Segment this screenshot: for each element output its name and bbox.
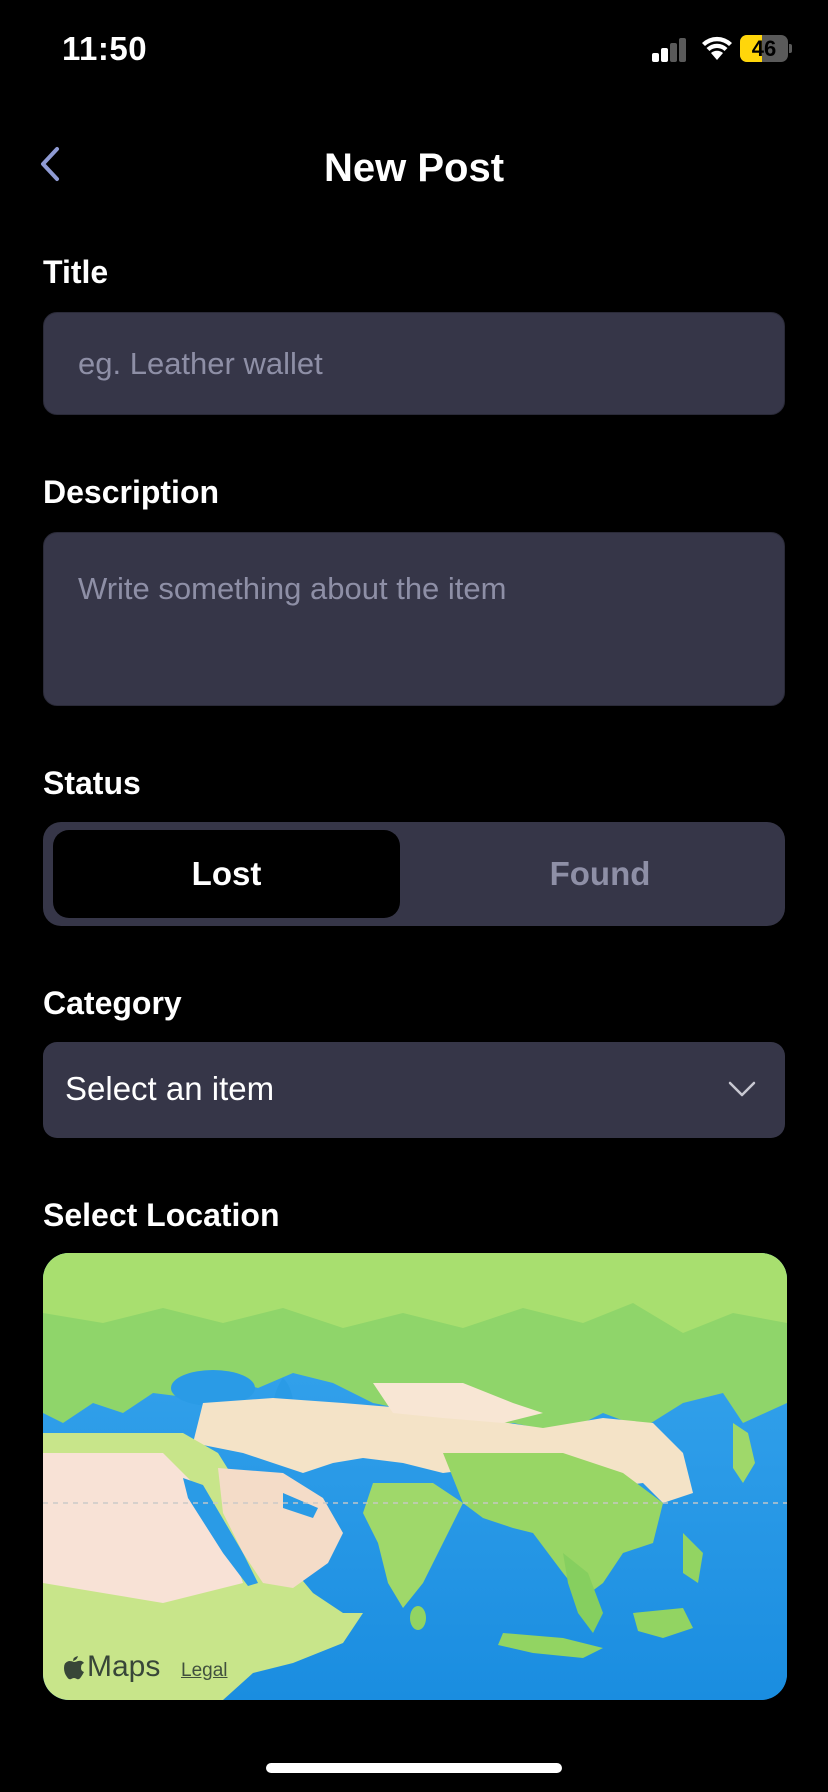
- cellular-signal-icon: [652, 38, 688, 62]
- home-indicator[interactable]: [266, 1763, 562, 1773]
- navigation-bar: New Post: [0, 130, 828, 210]
- status-bar: 11:50 46: [0, 0, 828, 100]
- chevron-down-icon: [728, 1081, 756, 1097]
- category-value: Select an item: [65, 1070, 275, 1107]
- description-textarea[interactable]: Write something about the item: [43, 532, 785, 706]
- title-placeholder: eg. Leather wallet: [78, 346, 323, 381]
- maps-brand: Maps: [87, 1650, 161, 1683]
- page-title: New Post: [323, 146, 505, 190]
- world-map-image: [43, 1253, 787, 1700]
- wifi-icon: [700, 34, 734, 62]
- location-label: Select Location: [43, 1197, 280, 1233]
- location-map[interactable]: Maps Legal: [43, 1253, 787, 1700]
- battery-icon: 46: [740, 35, 792, 62]
- category-select[interactable]: Select an item: [43, 1042, 785, 1138]
- status-option-found[interactable]: Found: [425, 830, 775, 918]
- description-placeholder: Write something about the item: [78, 571, 507, 606]
- status-segmented-control: Lost Found: [43, 822, 785, 926]
- title-input[interactable]: eg. Leather wallet: [43, 312, 785, 415]
- battery-level: 46: [751, 36, 777, 61]
- status-option-lost[interactable]: Lost: [53, 830, 400, 918]
- status-time: 11:50: [62, 30, 148, 67]
- apple-icon: [64, 1656, 84, 1680]
- title-label: Title: [43, 254, 109, 290]
- status-label: Status: [43, 765, 141, 801]
- category-label: Category: [43, 985, 182, 1021]
- legal-link[interactable]: Legal: [181, 1660, 228, 1682]
- description-label: Description: [43, 474, 220, 510]
- maps-logo: Maps: [63, 1650, 160, 1684]
